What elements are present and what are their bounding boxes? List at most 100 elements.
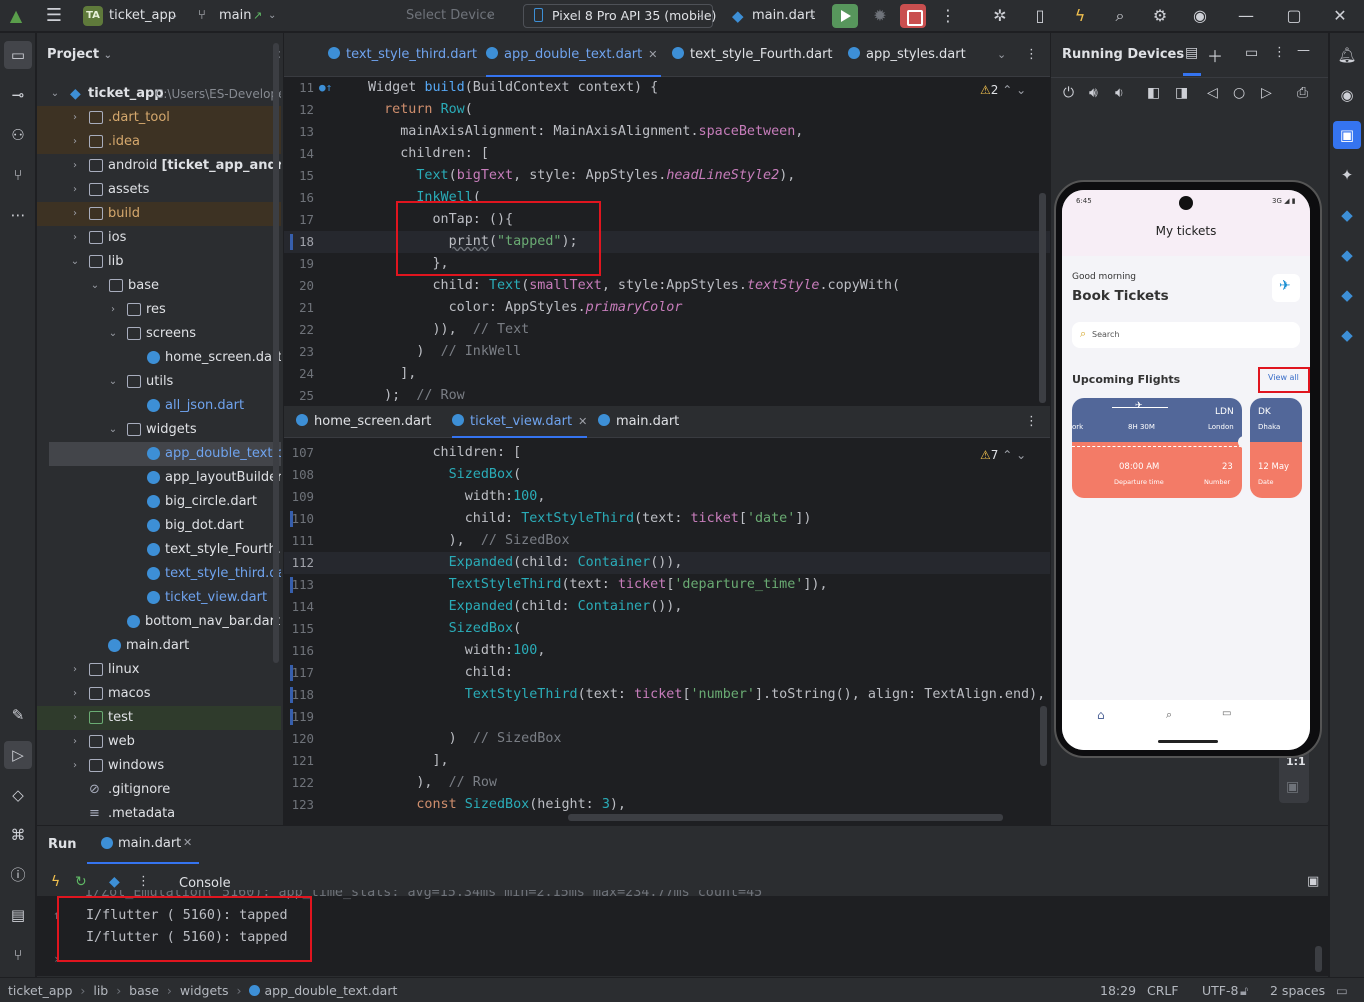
chevron-down-icon[interactable]: ⌄ [808, 0, 816, 32]
tree-item[interactable]: › test [37, 706, 281, 730]
breadcrumb-item[interactable]: app_double_text.dart [264, 983, 397, 998]
overview-icon[interactable]: ▷ [1261, 85, 1272, 101]
breadcrumb-item[interactable]: ticket_app [8, 983, 72, 998]
tree-item[interactable]: bottom_nav_bar.dart [37, 610, 281, 634]
minimize-icon[interactable]: — [1236, 6, 1256, 26]
cursor-position[interactable]: 18:29 [1100, 978, 1136, 1002]
tree-item[interactable]: ≡ .metadata [37, 802, 281, 825]
search-icon[interactable]: ⌕ [1110, 6, 1130, 26]
tree-item[interactable]: all_json.dart [37, 394, 281, 418]
phone-screen[interactable]: 6:45 3G ◢ ▮ My tickets Good morning Book… [1062, 190, 1310, 750]
running-devices-icon[interactable]: ▣ [1333, 121, 1361, 149]
console-label[interactable]: Console [179, 876, 231, 891]
power-icon[interactable]: ⏻ [1063, 85, 1074, 101]
file-encoding[interactable]: UTF-8 [1202, 978, 1238, 1002]
code-area-bottom[interactable]: 107 children: [ 108 SizedBox( 109 width:… [284, 442, 1050, 824]
pull-requests-icon[interactable]: ⑂ [4, 161, 32, 189]
flutter-outline-icon[interactable]: ◆ [1333, 201, 1361, 229]
editor-scrollbar[interactable] [1039, 193, 1046, 403]
tree-item[interactable]: › res [37, 298, 281, 322]
tree-item[interactable]: › assets [37, 178, 281, 202]
run-tool-icon[interactable]: ▷ [4, 741, 32, 769]
tree-item[interactable]: text_style_third.dart [37, 562, 281, 586]
ticket-card-top[interactable]: ork ✈ 8H 30M LDN London [1072, 398, 1242, 442]
tab-text-style-third[interactable]: text_style_third.dart [328, 33, 477, 77]
project-scrollbar[interactable] [273, 43, 279, 663]
tab-app-double-text[interactable]: app_double_text.dart ✕ [486, 33, 662, 77]
warnings-indicator[interactable]: ⚠2 ⌃ ⌄ [980, 83, 1026, 97]
device-tab-icon[interactable]: ▤ [1185, 45, 1198, 61]
editor-bottom[interactable]: home_screen.dart ticket_view.dart ✕ main.… [284, 406, 1050, 824]
tree-item[interactable]: home_screen.dart [37, 346, 281, 370]
run-tab[interactable]: main.dart ✕ [87, 826, 199, 864]
tab-home-screen[interactable]: home_screen.dart [296, 406, 431, 438]
more-vertical-icon[interactable]: ⋮ [1025, 406, 1038, 438]
stop-button[interactable] [900, 4, 926, 28]
home-icon[interactable]: ○ [1233, 85, 1245, 101]
tree-item[interactable]: › linux [37, 658, 281, 682]
warnings-indicator[interactable]: ⚠7 ⌃ ⌄ [980, 448, 1026, 462]
tab-app-styles[interactable]: app_styles.dart [848, 33, 966, 77]
flutter-inspector-icon[interactable]: ✎ [4, 701, 32, 729]
close-icon[interactable]: ✕ [1330, 6, 1350, 26]
lock-icon[interactable]: 🔓︎ [1240, 978, 1248, 1002]
editor-horizontal-scrollbar[interactable] [568, 814, 1003, 821]
console-output[interactable]: I/Zot_Emulation( 5160): app_time_stats: … [37, 890, 1328, 976]
notifications-icon[interactable]: 🔔︎ [1333, 41, 1361, 69]
tree-item[interactable]: › .dart_tool [37, 106, 281, 130]
project-panel-title[interactable]: Project ⌄ [47, 47, 112, 62]
chevron-down-icon[interactable]: ⌄ [485, 0, 493, 32]
structure-icon[interactable]: ⚇ [4, 121, 32, 149]
indent-setting[interactable]: 2 spaces [1270, 978, 1325, 1002]
tree-item[interactable]: ⌄ lib [37, 250, 281, 274]
project-name[interactable]: ticket_app [109, 0, 176, 32]
tree-item[interactable]: ⌄ screens [37, 322, 281, 346]
terminal-icon[interactable]: ▤ [4, 901, 32, 929]
line-separator[interactable]: CRLF [1147, 978, 1179, 1002]
project-tool-icon[interactable]: ▭ [4, 41, 32, 69]
build-variants-icon[interactable]: ◇ [4, 781, 32, 809]
tree-item[interactable]: › windows [37, 754, 281, 778]
chevron-down-icon[interactable]: ⌄ [170, 0, 178, 32]
breadcrumb-item[interactable]: base [129, 983, 159, 998]
tree-item[interactable]: › .idea [37, 130, 281, 154]
tree-item[interactable]: ⌄ base [37, 274, 281, 298]
more-vertical-icon[interactable]: ⋮ [1273, 45, 1286, 60]
ticket-icon[interactable]: ▭ [1222, 708, 1231, 719]
ticket-card-2-bottom[interactable]: 12 May Date [1250, 442, 1302, 498]
tree-item[interactable]: › macos [37, 682, 281, 706]
commit-icon[interactable]: ⊸ [4, 81, 32, 109]
home-icon[interactable]: ⌂ [1097, 708, 1105, 722]
tree-item[interactable]: ⌄ utils [37, 370, 281, 394]
more-vertical-icon[interactable]: ⋮ [938, 6, 958, 26]
tree-item[interactable]: big_circle.dart [37, 490, 281, 514]
tree-root[interactable]: ⌄ ◆ ticket_app C:\Users\ES-Develope [37, 82, 281, 106]
editor-top[interactable]: text_style_third.dart app_double_text.da… [284, 33, 1050, 405]
tree-item[interactable]: app_layoutBuilder_wid [37, 466, 281, 490]
gradle-icon[interactable]: ◉ [1333, 81, 1361, 109]
layout-icon[interactable]: ▣ [1307, 874, 1319, 889]
search-field[interactable]: ⌕ Search [1072, 322, 1300, 348]
tree-item[interactable]: big_dot.dart [37, 514, 281, 538]
add-device-icon[interactable]: ＋ [1207, 43, 1223, 67]
tree-item[interactable]: main.dart [37, 634, 281, 658]
tree-item[interactable]: ›android [ticket_app_android] [37, 154, 281, 178]
more-vertical-icon[interactable]: ⋮ [137, 874, 150, 889]
ticket-card-2-top[interactable]: DK Dhaka [1250, 398, 1302, 442]
branch-name[interactable]: main [219, 0, 251, 32]
main-menu-icon[interactable]: ☰ [44, 6, 64, 26]
tree-item[interactable]: ⌄ widgets [37, 418, 281, 442]
volume-down-icon[interactable]: 🔉︎ [1115, 85, 1124, 101]
tab-main[interactable]: main.dart [598, 406, 679, 438]
back-icon[interactable]: ◁ [1207, 85, 1218, 101]
ticket-card-bottom[interactable]: 08:00 AM Departure time 23 Number [1072, 442, 1242, 498]
flutter-inspector-icon[interactable]: ◆ [1333, 281, 1361, 309]
bug-icon[interactable]: ✲ [990, 6, 1010, 26]
rotate-right-icon[interactable]: ◨ [1175, 85, 1188, 101]
tree-item[interactable]: ⊘ .gitignore [37, 778, 281, 802]
layout-icon[interactable]: ▭ [1245, 45, 1258, 61]
tree-item[interactable]: text_style_Fourth.dart [37, 538, 281, 562]
tabs-dropdown-icon[interactable]: ⌄ [997, 33, 1006, 77]
search-icon[interactable]: ⌕ [1166, 708, 1172, 722]
device-manager-icon[interactable]: ▯ [1030, 6, 1050, 26]
